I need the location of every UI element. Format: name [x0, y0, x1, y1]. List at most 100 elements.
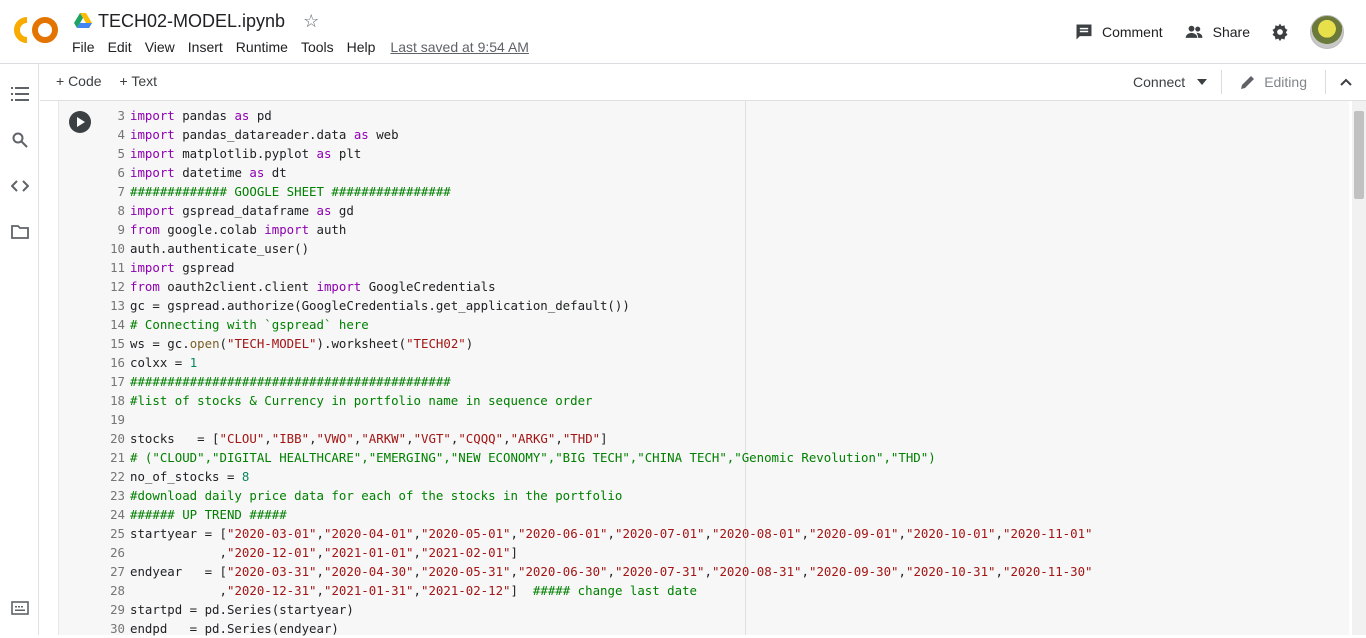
- scrollbar-thumb[interactable]: [1354, 111, 1364, 199]
- collapse-header-button[interactable]: [1340, 78, 1352, 86]
- code-line: 12 from oauth2client.client import Google…: [101, 277, 1093, 296]
- connect-button[interactable]: Connect: [1133, 70, 1223, 94]
- table-of-contents-icon[interactable]: [10, 84, 30, 104]
- code-line: 15 ws = gc.open("TECH-MODEL").worksheet("…: [101, 334, 1093, 353]
- code-line: 3 import pandas as pd: [101, 106, 1093, 125]
- code-line: 20 stocks = ["CLOU","IBB","VWO","ARKW","V…: [101, 429, 1093, 448]
- menu-edit[interactable]: Edit: [108, 39, 132, 55]
- share-button[interactable]: Share: [1183, 22, 1250, 42]
- code-text: import datetime as dt: [130, 165, 287, 180]
- code-line: 4 import pandas_datareader.data as web: [101, 125, 1093, 144]
- menu-tools[interactable]: Tools: [301, 39, 334, 55]
- code-line: 14 # Connecting with `gspread` here: [101, 315, 1093, 334]
- line-number: 4: [117, 127, 125, 142]
- code-line: 30 endpd = pd.Series(endyear): [101, 619, 1093, 638]
- connect-label: Connect: [1133, 74, 1186, 90]
- google-drive-icon: [74, 13, 92, 28]
- last-saved-link[interactable]: Last saved at 9:54 AM: [390, 39, 529, 55]
- run-cell-button[interactable]: [69, 111, 91, 133]
- colab-logo[interactable]: [14, 14, 58, 46]
- chevron-down-icon: [1197, 79, 1208, 85]
- code-text: # Connecting with `gspread` here: [130, 317, 369, 332]
- pencil-icon: [1241, 76, 1255, 89]
- code-cell[interactable]: import numpy as np3import pandas as pd4i…: [58, 101, 1349, 636]
- line-number: 8: [117, 203, 125, 218]
- line-number: 22: [110, 469, 125, 484]
- code-text: ###### UP TREND #####: [130, 507, 287, 522]
- menu-view[interactable]: View: [145, 39, 175, 55]
- line-number: 28: [110, 583, 125, 598]
- code-line: 10 auth.authenticate_user(): [101, 239, 1093, 258]
- people-icon: [1185, 25, 1202, 38]
- files-icon[interactable]: [10, 222, 30, 242]
- code-text: import pandas_datareader.data as web: [130, 127, 399, 142]
- star-icon[interactable]: ☆: [303, 11, 319, 32]
- code-text: #list of stocks & Currency in portfolio …: [130, 393, 593, 408]
- line-number: 24: [110, 507, 125, 522]
- code-text: import gspread: [130, 260, 235, 275]
- code-text: ########################################…: [130, 374, 451, 389]
- menu-file[interactable]: File: [72, 39, 95, 55]
- code-text: auth.authenticate_user(): [130, 241, 310, 256]
- code-snippets-icon[interactable]: [10, 176, 30, 196]
- code-text: import matplotlib.pyplot as plt: [130, 146, 362, 161]
- code-text: startpd = pd.Series(startyear): [130, 602, 354, 617]
- comment-icon: [1076, 24, 1092, 40]
- code-line: 6 import datetime as dt: [101, 163, 1093, 182]
- left-sidebar: [0, 64, 39, 635]
- code-line: 16 colxx = 1: [101, 353, 1093, 372]
- code-text: import pandas as pd: [130, 108, 272, 123]
- code-text: from oauth2client.client import GoogleCr…: [130, 279, 496, 294]
- line-number: 20: [110, 431, 125, 446]
- code-line: 25 startyear = ["2020-03-01","2020-04-01"…: [101, 524, 1093, 543]
- notebook-body: import numpy as np3import pandas as pd4i…: [40, 101, 1352, 636]
- code-text: ,"2020-12-01","2021-01-01","2021-02-01"]: [130, 545, 518, 560]
- comment-button[interactable]: Comment: [1074, 22, 1163, 42]
- code-line: 28 ,"2020-12-31","2021-01-31","2021-02-1…: [101, 581, 1093, 600]
- code-line: 8 import gspread_dataframe as gd: [101, 201, 1093, 220]
- line-number: 6: [117, 165, 125, 180]
- code-line: 24 ###### UP TREND #####: [101, 505, 1093, 524]
- search-icon[interactable]: [10, 130, 30, 150]
- menu-insert[interactable]: Insert: [188, 39, 223, 55]
- code-line: 21 # ("CLOUD","DIGITAL HEALTHCARE","EMERG…: [101, 448, 1093, 467]
- code-text: endpd = pd.Series(endyear): [130, 621, 339, 636]
- code-text: ws = gc.open("TECH-MODEL").worksheet("TE…: [130, 336, 474, 351]
- menu-bar: File Edit View Insert Runtime Tools Help…: [72, 39, 542, 55]
- code-text: #download daily price data for each of t…: [130, 488, 623, 503]
- code-line: 19: [101, 410, 1093, 429]
- user-avatar[interactable]: [1310, 15, 1344, 49]
- share-label: Share: [1212, 24, 1250, 40]
- vertical-scrollbar[interactable]: [1352, 101, 1366, 635]
- code-text: colxx = 1: [130, 355, 198, 370]
- editing-mode-button[interactable]: Editing: [1240, 70, 1326, 94]
- colab-header: TECH02-MODEL.ipynb ☆ File Edit View Inse…: [0, 0, 1366, 64]
- code-text: startyear = ["2020-03-01","2020-04-01","…: [130, 526, 1093, 541]
- line-number: 7: [117, 184, 125, 199]
- line-number: 29: [110, 602, 125, 617]
- line-number: 17: [110, 374, 125, 389]
- comment-label: Comment: [1101, 24, 1163, 40]
- code-editor[interactable]: import numpy as np3import pandas as pd4i…: [101, 87, 1093, 638]
- code-line: 11 import gspread: [101, 258, 1093, 277]
- notebook-title[interactable]: TECH02-MODEL.ipynb: [98, 11, 285, 32]
- code-line: 9 from google.colab import auth: [101, 220, 1093, 239]
- code-line: 26 ,"2020-12-01","2021-01-01","2021-02-0…: [101, 543, 1093, 562]
- menu-help[interactable]: Help: [347, 39, 376, 55]
- line-number: 30: [110, 621, 125, 636]
- terminal-icon[interactable]: [10, 598, 30, 618]
- add-code-button[interactable]: + Code: [56, 73, 102, 89]
- code-text: endyear = ["2020-03-31","2020-04-30","20…: [130, 564, 1093, 579]
- code-line: 17 ######################################…: [101, 372, 1093, 391]
- line-number: 18: [110, 393, 125, 408]
- line-number: 16: [110, 355, 125, 370]
- menu-runtime[interactable]: Runtime: [236, 39, 288, 55]
- settings-button[interactable]: [1270, 22, 1290, 42]
- code-text: ,"2020-12-31","2021-01-31","2021-02-12"]…: [130, 583, 698, 598]
- chevron-up-icon: [1340, 78, 1352, 86]
- code-text: import gspread_dataframe as gd: [130, 203, 354, 218]
- code-line: 18 #list of stocks & Currency in portfoli…: [101, 391, 1093, 410]
- gear-icon: [1272, 23, 1288, 42]
- code-line: 27 endyear = ["2020-03-31","2020-04-30","…: [101, 562, 1093, 581]
- code-line: 29 startpd = pd.Series(startyear): [101, 600, 1093, 619]
